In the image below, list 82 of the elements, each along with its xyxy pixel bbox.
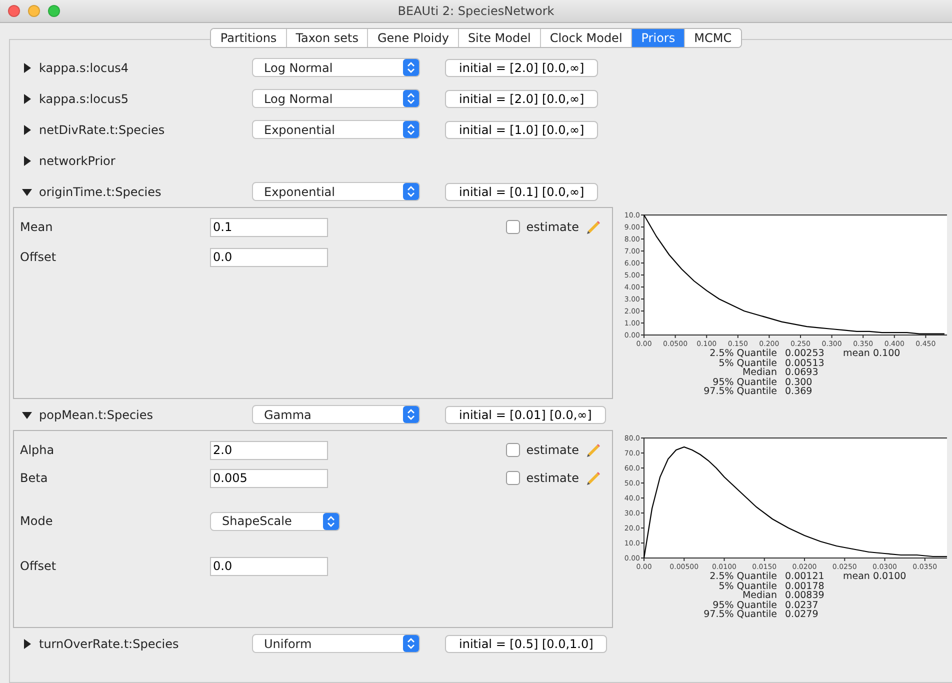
quantile-value: 0.369 [785, 387, 814, 397]
distribution-dropdown[interactable]: Gamma [252, 405, 420, 424]
pencil-icon[interactable] [585, 470, 602, 486]
quantile-label: 95% Quantile [712, 378, 777, 388]
initial-value-button[interactable]: initial = [1.0] [0.0,∞] [445, 120, 598, 138]
initial-value-button[interactable]: initial = [2.0] [0.0,∞] [445, 58, 598, 76]
quantile-value: 0.0693 [785, 368, 820, 378]
quantile-value: 0.00121 [785, 572, 826, 582]
prior-name: networkPrior [39, 154, 116, 168]
pencil-icon[interactable] [585, 442, 602, 458]
stepper-icon [403, 635, 419, 652]
prior-name: popMean.t:Species [39, 408, 154, 422]
distribution-dropdown[interactable]: Exponential [252, 120, 420, 139]
collapsed-triangle-icon[interactable] [22, 124, 32, 134]
distribution-dropdown[interactable]: Exponential [252, 182, 420, 201]
quantile-label: 5% Quantile [718, 358, 777, 368]
parameter-field[interactable]: 0.0 [210, 248, 328, 266]
parameter-field[interactable]: 0.0 [210, 556, 328, 576]
distribution-dropdown[interactable]: Uniform [252, 634, 420, 653]
stepper-icon [403, 90, 419, 107]
parameter-label: Alpha [20, 443, 56, 457]
minimize-button[interactable] [28, 5, 40, 17]
collapsed-triangle-icon[interactable] [22, 94, 32, 104]
quantile-value: 0.00178 [785, 582, 826, 592]
quantile-value: 0.0279 [785, 610, 820, 620]
parameter-label: Mode [20, 514, 54, 528]
stepper-icon [403, 406, 419, 423]
quantile-value: 0.00513 [785, 358, 826, 368]
quantile-label: 5% Quantile [718, 582, 777, 592]
parameter-field[interactable]: 0.1 [210, 218, 328, 236]
quantile-label: 97.5% Quantile [702, 610, 777, 620]
quantile-label: 95% Quantile [712, 600, 777, 610]
quantile-label: 2.5% Quantile [708, 572, 777, 582]
parameter-label: Beta [20, 471, 49, 485]
initial-value-button[interactable]: initial = [2.0] [0.0,∞] [445, 90, 598, 108]
collapsed-triangle-icon[interactable] [22, 156, 32, 166]
prior-name: kappa.s:locus5 [39, 92, 129, 106]
prior-name: turnOverRate.t:Species [39, 636, 179, 650]
expanded-triangle-icon[interactable] [22, 410, 32, 420]
prior-name: kappa.s:locus4 [39, 60, 129, 74]
parameter-label: Mean [20, 220, 54, 234]
quantile-value: 0.300 [785, 378, 814, 388]
stepper-icon [403, 59, 419, 76]
quantile-label: Median [742, 591, 777, 601]
mode-dropdown[interactable]: ShapeScale [210, 512, 340, 530]
parameter-field[interactable]: 0.005 [210, 468, 328, 488]
stepper-icon [403, 183, 419, 200]
collapsed-triangle-icon[interactable] [22, 638, 32, 648]
estimate-checkbox[interactable] [506, 471, 520, 485]
tab[interactable]: Partitions [211, 29, 287, 47]
initial-value-button[interactable]: initial = [0.5] [0.0,1.0] [445, 634, 608, 652]
estimate-checkbox[interactable] [506, 220, 520, 234]
close-button[interactable] [8, 5, 20, 17]
mean-value: mean 0.0100 [843, 572, 908, 582]
quantile-label: 97.5% Quantile [702, 387, 777, 397]
quantile-value: 0.00253 [785, 349, 826, 359]
parameter-field[interactable]: 2.0 [210, 440, 328, 460]
initial-value-button[interactable]: initial = [0.01] [0.0,∞] [445, 406, 606, 424]
estimate-label: estimate [526, 220, 579, 234]
quantile-value: 0.00839 [785, 591, 826, 601]
zoom-button[interactable] [48, 5, 60, 17]
mean-value: mean 0.100 [843, 349, 902, 359]
quantile-label: Median [742, 368, 777, 378]
expanded-triangle-icon[interactable] [22, 186, 32, 196]
pencil-icon[interactable] [585, 218, 602, 236]
distribution-dropdown[interactable]: Log Normal [252, 58, 420, 77]
parameter-label: Offset [20, 250, 58, 264]
prior-name: netDivRate.t:Species [39, 122, 165, 136]
tab[interactable]: Priors [632, 29, 686, 47]
estimate-checkbox[interactable] [506, 443, 520, 457]
collapsed-triangle-icon[interactable] [22, 62, 32, 72]
stepper-icon [403, 121, 419, 138]
quantile-label: 2.5% Quantile [708, 349, 777, 359]
initial-value-button[interactable]: initial = [0.1] [0.0,∞] [445, 182, 598, 200]
distribution-dropdown[interactable]: Log Normal [252, 89, 420, 108]
stepper-icon [323, 512, 339, 530]
parameter-label: Offset [20, 559, 58, 573]
estimate-label: estimate [526, 471, 579, 485]
estimate-label: estimate [526, 443, 579, 457]
prior-name: originTime.t:Species [39, 184, 162, 198]
quantile-value: 0.0237 [785, 600, 820, 610]
window-title: BEAUti 2: SpeciesNetwork [398, 4, 554, 18]
